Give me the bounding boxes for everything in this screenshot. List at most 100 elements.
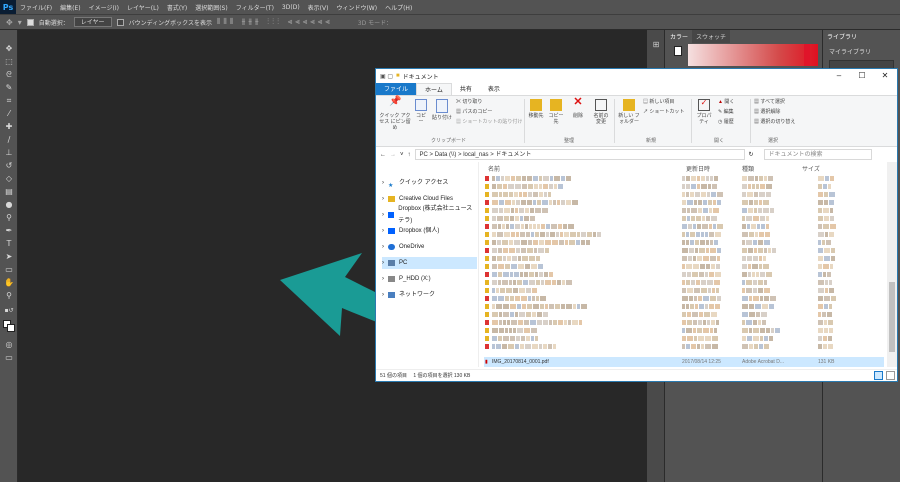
forward-icon[interactable]: → (390, 152, 396, 158)
copy-to-button[interactable]: コピー先 (548, 99, 564, 125)
menu-edit[interactable]: 編集(E) (56, 3, 84, 12)
tab-home[interactable]: ホーム (416, 83, 452, 95)
menu-3d[interactable]: 3D(D) (278, 4, 304, 11)
select-all-button[interactable]: ▦ すべて選択 (754, 99, 785, 105)
redacted-row[interactable] (484, 335, 884, 343)
redacted-row[interactable] (484, 343, 884, 351)
pin-quick-access-button[interactable]: 📌 クイック アクセス にピン留め (378, 97, 412, 132)
quick-mask-icon[interactable]: ◎ (3, 340, 15, 350)
hand-icon[interactable]: ✋ (3, 278, 15, 288)
nav-network[interactable]: › ネットワーク (382, 289, 477, 301)
redacted-row[interactable] (484, 199, 884, 207)
default-colors-icon[interactable]: ▪↺ (3, 306, 15, 316)
close-button[interactable]: ✕ (874, 70, 896, 82)
nav-pc[interactable]: › PC (382, 257, 477, 269)
nav-dropbox-company[interactable]: › Dropbox (株式会社ニューステラ) (382, 206, 477, 224)
select-none-button[interactable]: ▦ 選択解除 (754, 109, 780, 115)
shortcut-button[interactable]: ↗ ショートカット (643, 109, 684, 115)
dodge-icon[interactable]: ⚲ (3, 213, 15, 223)
redacted-row[interactable] (484, 327, 884, 335)
gradient-icon[interactable]: ▤ (3, 187, 15, 197)
new-folder-button[interactable]: 新しい フォルダー (618, 99, 640, 125)
redacted-row[interactable] (484, 207, 884, 215)
redacted-row[interactable] (484, 271, 884, 279)
color-spectrum[interactable] (688, 44, 818, 66)
tab-file[interactable]: ファイル (376, 83, 417, 95)
selected-file-row[interactable]: ▮ IMG_20170814_0001.pdf 2017/08/14 12:25… (484, 357, 884, 367)
edit-button[interactable]: ✎ 編集 (718, 109, 734, 115)
move-to-button[interactable]: 移動先 (528, 99, 544, 119)
fg-color-chip[interactable] (674, 46, 682, 56)
redacted-row[interactable] (484, 295, 884, 303)
rectangle-icon[interactable]: ▭ (3, 265, 15, 275)
recent-icon[interactable]: ˅ (400, 152, 404, 158)
history-button[interactable]: ◷ 履歴 (718, 119, 734, 125)
my-library-dropdown[interactable]: マイライブラリ (829, 47, 900, 56)
history-brush-icon[interactable]: ↺ (3, 161, 15, 171)
redacted-row[interactable] (484, 287, 884, 295)
redacted-row[interactable] (484, 183, 884, 191)
quick-select-icon[interactable]: ✎ (3, 83, 15, 93)
stamp-icon[interactable]: ⊥ (3, 148, 15, 158)
move-tool-icon[interactable]: ✥ (6, 18, 13, 27)
menu-type[interactable]: 書式(Y) (163, 3, 191, 12)
screen-mode-icon[interactable]: ▭ (3, 353, 15, 363)
menu-window[interactable]: ウィンドウ(W) (332, 3, 381, 12)
menu-layer[interactable]: レイヤー(L) (123, 3, 163, 12)
col-size[interactable]: サイズ (802, 164, 820, 173)
align-icons[interactable]: ⫴⫴⫴ ⫵⫵⫵ ⫶⫶⫶ ⫷⫷⫷⫷⫷⫷ (217, 17, 333, 27)
tab-share[interactable]: 共有 (452, 83, 480, 95)
brush-icon[interactable]: ∕ (3, 135, 15, 145)
hue-slider[interactable] (804, 44, 810, 66)
move-icon[interactable]: ✥ (3, 44, 15, 54)
menu-select[interactable]: 選択範囲(S) (191, 3, 232, 12)
minimize-button[interactable]: – (828, 70, 850, 82)
redacted-row[interactable] (484, 191, 884, 199)
zoom-icon[interactable]: ⚲ (3, 291, 15, 301)
eraser-icon[interactable]: ◇ (3, 174, 15, 184)
tab-swatches[interactable]: スウォッチ (692, 30, 731, 43)
scroll-thumb[interactable] (889, 282, 895, 352)
redacted-row[interactable] (484, 231, 884, 239)
nav-quick-access[interactable]: › ★ クイック アクセス (382, 177, 477, 189)
bbox-checkbox[interactable] (116, 18, 124, 26)
redacted-row[interactable] (484, 303, 884, 311)
copy-button[interactable]: コピー (414, 99, 428, 125)
tab-view[interactable]: 表示 (480, 83, 508, 95)
redacted-row[interactable] (484, 279, 884, 287)
redacted-row[interactable] (484, 215, 884, 223)
marquee-icon[interactable]: ⬚ (3, 57, 15, 67)
healing-icon[interactable]: ✚ (3, 122, 15, 132)
redacted-row[interactable] (484, 223, 884, 231)
nav-dropbox-personal[interactable]: › Dropbox (個人) (382, 225, 477, 237)
search-input[interactable]: ドキュメントの検索 (763, 149, 872, 160)
back-icon[interactable]: ← (380, 152, 386, 158)
redacted-row[interactable] (484, 239, 884, 247)
quick-access-toolbar-icon[interactable]: ▣ ▢ (380, 73, 393, 80)
menu-filter[interactable]: フィルター(T) (232, 3, 278, 12)
blur-icon[interactable]: ● (3, 200, 15, 210)
chevron-down-icon[interactable]: ▾ (18, 18, 22, 27)
layer-dropdown[interactable]: レイヤー (73, 17, 112, 27)
type-icon[interactable]: T (3, 239, 15, 249)
rename-button[interactable]: 名前の変更 (592, 99, 610, 125)
path-select-icon[interactable]: ➤ (3, 252, 15, 262)
vertical-scrollbar[interactable] (887, 162, 897, 367)
paste-button[interactable]: 貼り付け (432, 99, 452, 121)
invert-selection-button[interactable]: ▦ 選択の切り替え (754, 119, 795, 125)
address-bar[interactable]: PC > Data (\\) > local_nas > ドキュメント (414, 149, 745, 160)
up-icon[interactable]: ↑ (408, 152, 411, 158)
col-name[interactable]: 名前 (488, 164, 500, 173)
nav-hdd[interactable]: › P_HDD (X:) (382, 273, 477, 285)
col-date[interactable]: 更新日時 (686, 164, 710, 173)
nav-onedrive[interactable]: › OneDrive (382, 241, 477, 253)
auto-select-checkbox[interactable] (26, 18, 34, 26)
open-button[interactable]: ▲ 開く (718, 99, 734, 105)
redacted-row[interactable] (484, 255, 884, 263)
foreground-color-swatch[interactable] (3, 320, 15, 332)
redacted-row[interactable] (484, 175, 884, 183)
redacted-row[interactable] (484, 319, 884, 327)
cut-button[interactable]: ✂ 切り取り (456, 99, 482, 105)
crop-icon[interactable]: ⌗ (3, 96, 15, 106)
delete-button[interactable]: ✕ 削除 (572, 97, 584, 120)
